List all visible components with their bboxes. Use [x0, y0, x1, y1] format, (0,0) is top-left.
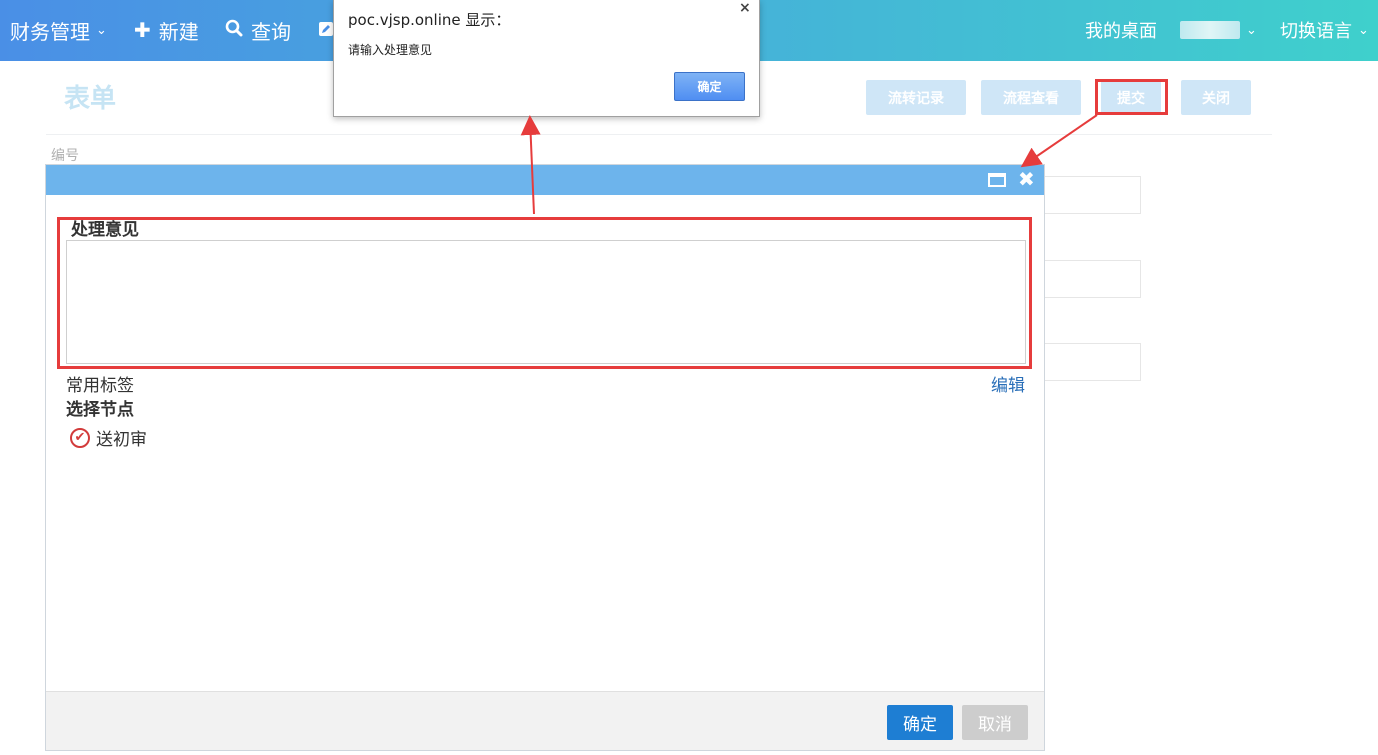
switch-language-label: 切换语言 [1280, 21, 1352, 42]
query-button-label: 查询 [251, 19, 291, 44]
process-opinion-dialog: ✖ 处理意见 常用标签 编辑 选择节点 ✔ 送初审 确定 取消 [45, 164, 1045, 751]
background-input-3[interactable] [1040, 343, 1141, 381]
edit-icon [318, 18, 334, 42]
flow-view-button[interactable]: 流程查看 [981, 80, 1081, 115]
flow-record-button[interactable]: 流转记录 [866, 80, 966, 115]
my-desktop-label: 我的桌面 [1085, 21, 1157, 42]
number-field-label: 编号 [51, 148, 79, 164]
search-icon [225, 18, 243, 42]
finance-menu-label: 财务管理 [10, 19, 90, 44]
alert-ok-button[interactable]: 确定 [674, 72, 745, 101]
close-button[interactable]: 关闭 [1181, 80, 1251, 115]
submit-highlight-box [1095, 79, 1168, 115]
dialog-footer: 确定 取消 [46, 691, 1044, 750]
chevron-down-icon: ⌄ [1246, 22, 1257, 38]
dialog-header: ✖ [46, 165, 1044, 195]
chevron-down-icon: ⌄ [96, 22, 107, 38]
plus-icon: ✚ [134, 18, 151, 42]
maximize-icon[interactable] [988, 173, 1006, 187]
alert-message: 请输入处理意见 [348, 43, 433, 57]
confirm-button[interactable]: 确定 [887, 705, 953, 740]
select-node-label: 选择节点 [66, 400, 134, 420]
my-desktop-link[interactable]: 我的桌面 [1085, 16, 1157, 44]
page-divider [46, 134, 1272, 135]
query-button[interactable]: 查询 [225, 16, 291, 44]
node-option-label: 送初审 [96, 430, 147, 450]
common-tags-label: 常用标签 [66, 376, 134, 396]
node-option-first-review[interactable]: ✔ 送初审 [70, 425, 147, 450]
user-name-blurred [1180, 21, 1240, 39]
background-input-1[interactable] [1040, 176, 1141, 214]
new-button-label: 新建 [158, 19, 199, 44]
background-input-2[interactable] [1040, 260, 1141, 298]
arrow-submit-to-dialog [1020, 114, 1098, 168]
user-menu[interactable]: ⌄ [1180, 16, 1257, 44]
opinion-highlight-box [57, 217, 1032, 369]
finance-menu[interactable]: 财务管理 ⌄ [10, 16, 107, 44]
chevron-down-icon: ⌄ [1358, 22, 1369, 38]
browser-alert: poc.vjsp.online 显示： × 请输入处理意见 确定 [333, 0, 760, 117]
cancel-button[interactable]: 取消 [962, 705, 1028, 740]
new-button[interactable]: ✚ 新建 [134, 16, 199, 44]
check-circle-icon: ✔ [70, 427, 90, 448]
page-title: 表单 [64, 84, 117, 114]
alert-title: poc.vjsp.online 显示： [348, 11, 511, 29]
switch-language-menu[interactable]: 切换语言 ⌄ [1280, 16, 1369, 44]
close-icon[interactable]: ✖ [1018, 168, 1035, 190]
alert-close-icon[interactable]: × [739, 0, 751, 16]
edit-tags-link[interactable]: 编辑 [991, 371, 1025, 396]
